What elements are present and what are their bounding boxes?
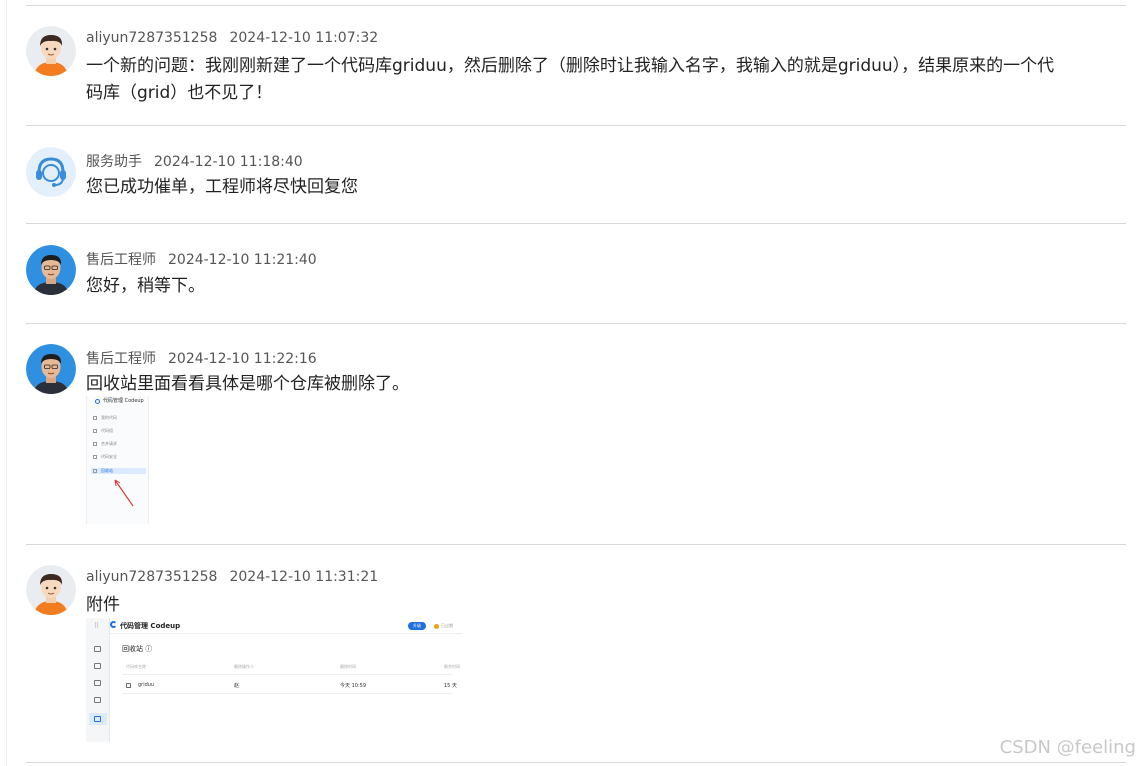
message-line: 您已成功催单，工程师将尽快回复您 bbox=[86, 177, 358, 197]
attachment-screenshot[interactable]: 代码管理 Codeup 我的代码 代码组 合并请求 代码安全 回收站 ⏸ bbox=[86, 396, 150, 524]
engineer-avatar-icon bbox=[26, 344, 76, 394]
timestamp: 2024-12-10 11:21:40 bbox=[168, 252, 317, 268]
message-divider bbox=[26, 544, 1126, 545]
recycle-bin-title: 回收站 ⓘ bbox=[122, 645, 153, 653]
upgrade-pill: 升级 bbox=[408, 622, 426, 630]
message-line: 回收站里面看看具体是哪个仓库被删除了。 bbox=[86, 374, 409, 394]
author-name: 服务助手 bbox=[86, 154, 142, 170]
table-cell: griduu bbox=[138, 682, 155, 688]
author-name: aliyun7287351258 bbox=[86, 30, 218, 46]
table-header: 剩余时间 bbox=[444, 664, 460, 669]
table-cell: 赵 bbox=[234, 683, 240, 689]
timestamp: 2024-12-10 11:22:16 bbox=[168, 351, 317, 367]
table-divider bbox=[122, 674, 452, 675]
message-meta: aliyun7287351258 2024-12-10 11:31:21 bbox=[86, 569, 378, 585]
attachment-screenshot[interactable]: ⠿ 代码管理 Codeup 升级 已过期 回收站 ⓘ 代码库名称 删除操作人 删… bbox=[86, 618, 462, 742]
author-name: 售后工程师 bbox=[86, 252, 156, 268]
table-header: 删除时间 bbox=[340, 664, 356, 669]
table-cell: 15 天 bbox=[444, 683, 457, 689]
repo-icon bbox=[126, 683, 131, 688]
message-line: 您好，稍等下。 bbox=[86, 276, 205, 296]
user-avatar-icon bbox=[26, 565, 76, 615]
message-text: 一个新的问题：我刚刚新建了一个代码库griduu，然后删除了（删除时让我输入名字… bbox=[86, 53, 1086, 107]
engineer-avatar-icon bbox=[26, 245, 76, 295]
red-arrow-icon bbox=[114, 479, 134, 507]
message-meta: 服务助手 2024-12-10 11:18:40 bbox=[86, 151, 303, 171]
service-bot-avatar-icon bbox=[26, 147, 76, 197]
author-name: 售后工程师 bbox=[86, 351, 156, 367]
top-divider bbox=[26, 5, 1126, 6]
status-dot bbox=[434, 624, 439, 629]
left-border bbox=[6, 0, 7, 766]
table-cell: 今天 10:59 bbox=[340, 683, 366, 689]
message-divider bbox=[26, 762, 1126, 763]
trash-icon bbox=[94, 716, 101, 722]
message-divider bbox=[26, 125, 1126, 126]
merge-icon bbox=[94, 680, 101, 686]
table-header: 删除操作人 bbox=[234, 664, 254, 669]
screenshot-sidebar bbox=[86, 618, 110, 742]
timestamp: 2024-12-10 11:18:40 bbox=[154, 154, 303, 170]
message-line: 附件 bbox=[86, 595, 120, 615]
message-meta: aliyun7287351258 2024-12-10 11:07:32 bbox=[86, 30, 378, 46]
watermark: CSDN @feeling bbox=[999, 737, 1136, 758]
timestamp: 2024-12-10 11:31:21 bbox=[229, 569, 379, 585]
message-line: 码库（grid）也不见了！ bbox=[86, 83, 273, 103]
message-text: 您已成功催单，工程师将尽快回复您 bbox=[86, 174, 1086, 201]
message-divider bbox=[26, 323, 1126, 324]
chat-history: aliyun7287351258 2024-12-10 11:07:32 一个新的… bbox=[0, 0, 1140, 766]
message-text: 回收站里面看看具体是哪个仓库被删除了。 bbox=[86, 371, 1086, 398]
table-header: 代码库名称 bbox=[126, 664, 146, 669]
home-icon bbox=[94, 646, 101, 652]
apps-grid-icon: ⠿ bbox=[94, 622, 100, 630]
status-text: 已过期 bbox=[441, 623, 453, 628]
codeup-logo-icon bbox=[110, 621, 117, 628]
table-divider bbox=[122, 693, 452, 694]
message-meta: 售后工程师 2024-12-10 11:21:40 bbox=[86, 249, 317, 269]
user-avatar-icon bbox=[26, 26, 76, 76]
message-text: 附件 bbox=[86, 592, 1086, 619]
security-icon bbox=[94, 697, 101, 703]
folder-icon bbox=[94, 663, 101, 669]
author-name: aliyun7287351258 bbox=[86, 569, 218, 585]
message-divider bbox=[26, 223, 1126, 224]
message-meta: 售后工程师 2024-12-10 11:22:16 bbox=[86, 348, 317, 368]
message-line: 一个新的问题：我刚刚新建了一个代码库griduu，然后删除了（删除时让我输入名字… bbox=[86, 56, 1055, 76]
timestamp: 2024-12-10 11:07:32 bbox=[229, 30, 379, 46]
message-text: 您好，稍等下。 bbox=[86, 273, 1086, 300]
screenshot-app-title: 代码管理 Codeup bbox=[120, 622, 181, 630]
